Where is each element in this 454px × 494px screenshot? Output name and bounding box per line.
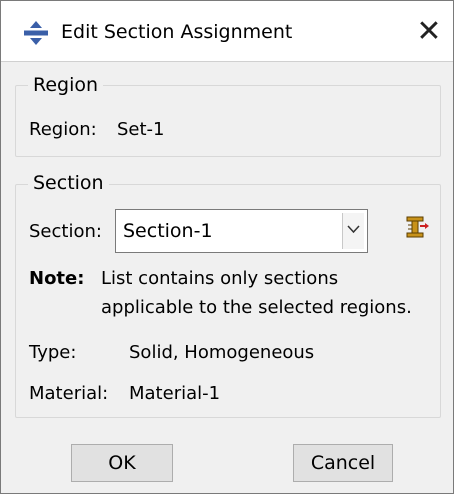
note-label: Note: bbox=[29, 268, 85, 289]
section-dropdown[interactable]: Section-1 bbox=[115, 209, 368, 253]
material-value: Material-1 bbox=[129, 383, 221, 404]
material-label: Material: bbox=[29, 383, 109, 404]
note-line-1: List contains only sections bbox=[101, 268, 339, 289]
edit-section-assignment-dialog: Edit Section Assignment ✕ Region Region:… bbox=[0, 0, 454, 494]
create-section-button[interactable] bbox=[399, 211, 433, 245]
type-label: Type: bbox=[29, 342, 77, 363]
section-label: Section: bbox=[29, 221, 102, 242]
close-button[interactable]: ✕ bbox=[411, 15, 447, 49]
type-value: Solid, Homogeneous bbox=[129, 342, 315, 363]
section-group-legend: Section bbox=[28, 170, 109, 196]
ok-button[interactable]: OK bbox=[71, 444, 173, 482]
region-group: Region Region: Set-1 bbox=[15, 72, 441, 157]
cancel-button[interactable]: Cancel bbox=[293, 444, 393, 482]
chevron-down-icon[interactable] bbox=[347, 225, 360, 234]
region-label: Region: bbox=[29, 119, 97, 140]
title-bar: Edit Section Assignment ✕ bbox=[1, 1, 453, 62]
close-icon[interactable]: ✕ bbox=[416, 14, 441, 49]
note-line-2: applicable to the selected regions. bbox=[101, 297, 412, 318]
section-dropdown-value[interactable]: Section-1 bbox=[123, 219, 213, 243]
dropdown-button[interactable] bbox=[342, 213, 364, 249]
abaqus-crosshair-icon bbox=[24, 21, 48, 45]
region-group-legend: Region bbox=[28, 72, 104, 98]
region-value: Set-1 bbox=[117, 119, 165, 140]
window-title: Edit Section Assignment bbox=[61, 21, 293, 43]
section-manager-icon[interactable] bbox=[399, 211, 433, 245]
